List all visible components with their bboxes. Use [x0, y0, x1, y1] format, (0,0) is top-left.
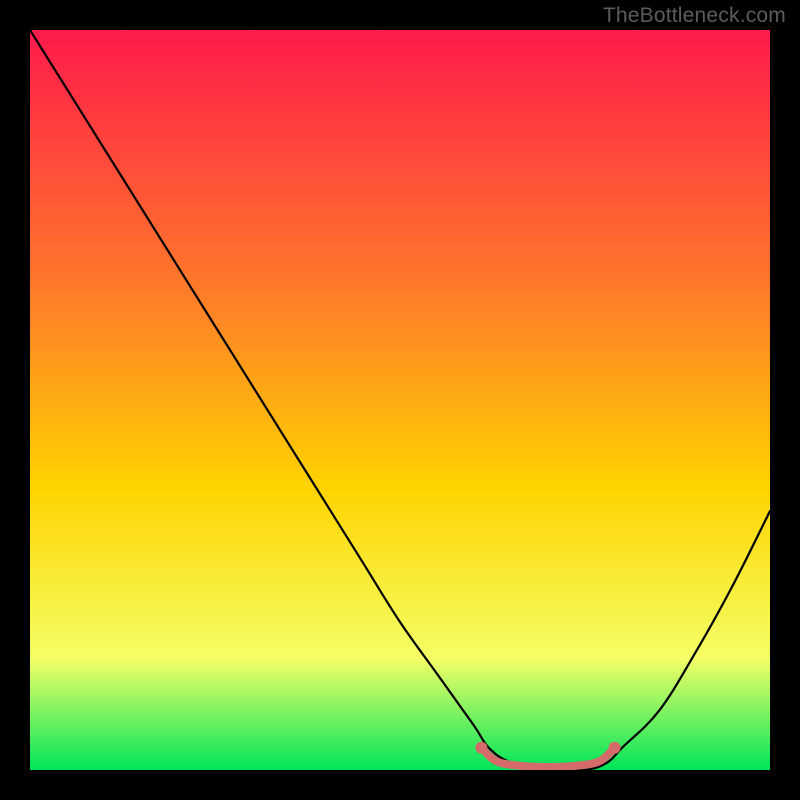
gradient-background: [30, 30, 770, 770]
chart-frame: TheBottleneck.com: [0, 0, 800, 800]
marker-endpoint-right: [609, 742, 621, 754]
chart-svg: [30, 30, 770, 770]
watermark-text: TheBottleneck.com: [603, 4, 786, 28]
marker-endpoint-left: [475, 742, 487, 754]
chart-plot-area: [30, 30, 770, 770]
